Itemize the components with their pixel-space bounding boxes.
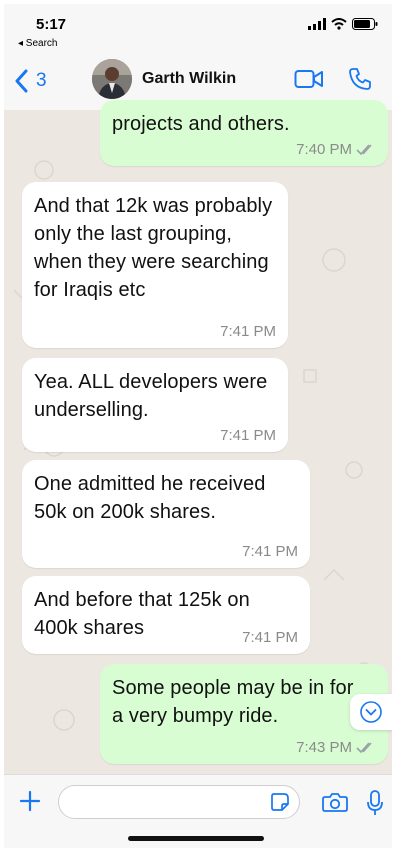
message-input[interactable] — [58, 785, 300, 819]
avatar-photo-icon — [92, 59, 132, 99]
back-to-app-link[interactable]: ◂ Search — [18, 38, 57, 49]
video-camera-icon[interactable] — [294, 69, 324, 89]
message-time: 7:41 PM — [242, 629, 298, 646]
message-bubble-incoming[interactable]: And that 12k was probably only the last … — [22, 182, 288, 348]
scroll-to-bottom-button[interactable] — [350, 694, 392, 730]
message-bubble-outgoing[interactable]: Some people may be in for a very bumpy r… — [100, 664, 388, 764]
camera-icon[interactable] — [322, 791, 348, 813]
home-indicator — [128, 836, 264, 841]
message-text: One admitted he received 50k on 200k sha… — [34, 473, 266, 523]
chevron-left-icon — [15, 69, 28, 93]
chevron-down-circle-icon — [360, 701, 382, 723]
message-text: And that 12k was probably only the last … — [34, 195, 273, 301]
message-bubble-outgoing[interactable]: projects and others. 7:40 PM — [100, 100, 388, 166]
message-meta: 7:41 PM — [242, 629, 298, 646]
message-bubble-incoming[interactable]: One admitted he received 50k on 200k sha… — [22, 460, 310, 568]
message-text: Yea. ALL developers were underselling. — [34, 371, 268, 421]
message-meta: 7:43 PM — [296, 739, 376, 756]
message-bubble-incoming[interactable]: And before that 125k on 400k shares 7:41… — [22, 576, 310, 654]
sticker-icon[interactable] — [270, 792, 290, 812]
plus-icon[interactable] — [18, 789, 42, 813]
message-meta: 7:41 PM — [242, 543, 298, 560]
message-time: 7:41 PM — [220, 427, 276, 444]
message-meta: 7:40 PM — [296, 141, 376, 158]
message-text: Some people may be in for a very bumpy r… — [112, 677, 354, 727]
message-bubble-incoming[interactable]: Yea. ALL developers were underselling. 7… — [22, 358, 288, 452]
battery-icon — [352, 18, 378, 30]
microphone-icon[interactable] — [366, 789, 384, 817]
contact-name[interactable]: Garth Wilkin — [142, 70, 236, 88]
message-meta: 7:41 PM — [220, 323, 276, 340]
message-list[interactable]: projects and others. 7:40 PM And that 12… — [4, 100, 392, 774]
double-check-icon — [356, 741, 372, 753]
double-check-icon — [356, 143, 372, 155]
message-time: 7:41 PM — [242, 543, 298, 560]
unread-count: 3 — [36, 70, 47, 91]
signal-icon — [308, 18, 326, 30]
status-icons — [308, 18, 378, 30]
message-text: projects and others. — [112, 113, 290, 135]
message-time: 7:41 PM — [220, 323, 276, 340]
avatar[interactable] — [92, 59, 132, 99]
message-time: 7:40 PM — [296, 141, 352, 158]
phone-icon[interactable] — [348, 67, 372, 91]
whatsapp-chat-screen: 5:17 ◂ Search 3 Garth Wilkin projects an… — [4, 4, 392, 848]
message-meta: 7:41 PM — [220, 427, 276, 444]
wifi-icon — [331, 18, 347, 30]
status-bar: 5:17 ◂ Search — [4, 4, 392, 52]
message-time: 7:43 PM — [296, 739, 352, 756]
status-time: 5:17 — [36, 16, 67, 33]
back-button[interactable]: 3 — [14, 66, 47, 96]
